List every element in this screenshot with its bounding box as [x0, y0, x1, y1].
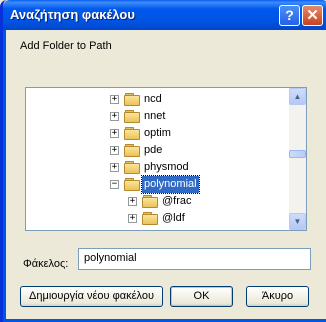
folder-icon [124, 127, 140, 140]
folder-icon [124, 110, 140, 123]
expand-icon[interactable]: + [110, 112, 119, 121]
folder-icon [124, 144, 140, 157]
new-folder-button[interactable]: Δημιουργία νέου φακέλου [20, 286, 163, 307]
browse-folder-dialog: Αναζήτηση φακέλου ? ✕ Add Folder to Path… [0, 0, 326, 322]
expand-icon[interactable]: + [110, 163, 119, 172]
dialog-description: Add Folder to Path [20, 40, 112, 52]
scroll-thumb[interactable] [289, 150, 306, 158]
tree-item-label-selected: polynomial [141, 175, 200, 194]
folder-icon [142, 212, 158, 225]
tree-item-label: @frac [162, 195, 192, 207]
scroll-up-icon[interactable]: ▲ [289, 88, 306, 105]
tree-item-polynomial[interactable]: − polynomial [26, 175, 288, 194]
folder-icon [142, 195, 158, 208]
tree-item-label: nnet [144, 110, 166, 122]
tree-item-optim[interactable]: + optim [26, 125, 288, 142]
tree-item-label: optim [144, 127, 171, 139]
expand-icon[interactable]: + [128, 214, 137, 223]
open-folder-icon [124, 178, 140, 191]
tree-scrollbar[interactable]: ▲ ▼ [289, 88, 306, 230]
window-title: Αναζήτηση φακέλου [10, 7, 135, 22]
cancel-button[interactable]: Άκυρο [246, 286, 309, 307]
expand-icon[interactable]: + [110, 146, 119, 155]
folder-icon [124, 93, 140, 106]
folder-icon [124, 161, 140, 174]
close-button[interactable]: ✕ [302, 5, 323, 26]
help-button[interactable]: ? [279, 5, 300, 26]
expand-icon[interactable]: + [110, 129, 119, 138]
tree-item-label: physmod [144, 161, 189, 173]
expand-icon[interactable]: + [128, 197, 137, 206]
ok-button[interactable]: OK [170, 286, 233, 307]
tree-item-ncd[interactable]: + ncd [26, 91, 288, 108]
expand-icon[interactable]: + [110, 95, 119, 104]
tree-item-nnet[interactable]: + nnet [26, 108, 288, 125]
tree-item-label: pde [144, 144, 163, 156]
title-bar[interactable]: Αναζήτηση φακέλου ? ✕ [3, 0, 326, 30]
folder-input[interactable]: polynomial [78, 248, 311, 270]
tree-item-label: @ldf [162, 212, 185, 224]
tree-item-pde[interactable]: + pde [26, 142, 288, 159]
tree-item-frac[interactable]: + @frac [26, 193, 288, 210]
folder-field-label: Φάκελος: [23, 258, 69, 270]
tree-item-physmod[interactable]: + physmod [26, 159, 288, 176]
scroll-down-icon[interactable]: ▼ [289, 213, 306, 230]
collapse-icon[interactable]: − [110, 180, 119, 189]
tree-item-label: ncd [144, 93, 162, 105]
tree-item-ldf[interactable]: + @ldf [26, 210, 288, 227]
folder-tree[interactable]: + ncd + nnet + optim + pde + physmod − p… [25, 87, 307, 231]
